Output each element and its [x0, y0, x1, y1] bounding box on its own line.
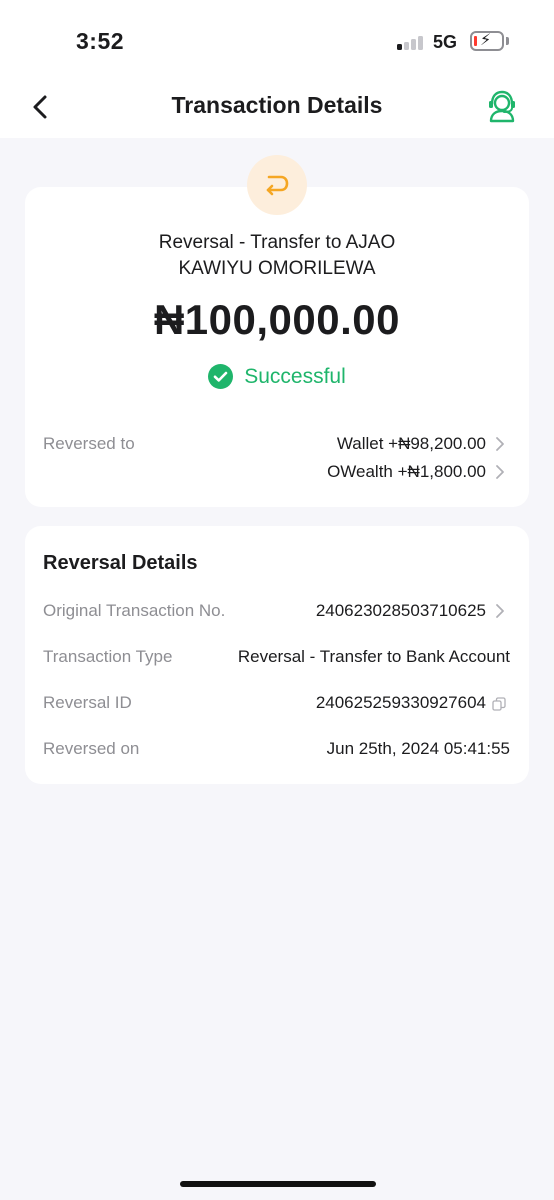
transaction-title: Reversal - Transfer to AJAO KAWIYU OMORI…	[0, 230, 554, 282]
reversal-badge	[247, 155, 307, 215]
top-area: 3:52 5G ⚡ Transaction Details	[0, 0, 554, 138]
nav-bar: Transaction Details	[0, 78, 554, 136]
status-bar: 3:52 5G ⚡	[0, 0, 554, 78]
copy-icon[interactable]	[492, 697, 506, 711]
battery-icon: ⚡	[470, 31, 504, 51]
chevron-right-icon[interactable]	[494, 603, 506, 619]
reversed-to-label: Reversed to	[43, 434, 135, 453]
transaction-title-text: Reversal - Transfer to AJAO KAWIYU OMORI…	[158, 232, 396, 279]
reversed-on-value: Jun 25th, 2024 05:41:55	[326, 739, 510, 758]
reversal-id-label: Reversal ID	[43, 693, 132, 712]
reversed-to-wallet[interactable]: Wallet +₦98,200.00	[337, 434, 486, 454]
network-type: 5G	[433, 32, 458, 52]
transaction-type-label: Transaction Type	[43, 647, 173, 666]
check-circle-icon	[208, 364, 234, 389]
return-arrow-icon	[266, 175, 289, 196]
original-transaction-label: Original Transaction No.	[43, 601, 226, 620]
reversal-id-value: 240625259330927604	[315, 693, 486, 712]
transaction-type-value: Reversal - Transfer to Bank Account	[237, 647, 510, 666]
transaction-status: Successful	[0, 364, 554, 389]
transaction-amount: ₦100,000.00	[153, 296, 401, 343]
page-title: Transaction Details	[171, 92, 383, 118]
status-label: Successful	[244, 364, 346, 388]
reversed-on-label: Reversed on	[43, 739, 140, 758]
status-time: 3:52	[76, 28, 125, 54]
reversed-to-owealth[interactable]: OWealth +₦1,800.00	[327, 462, 486, 482]
headset-support-icon	[489, 90, 515, 123]
customer-support-button[interactable]	[484, 88, 520, 124]
battery-cap	[506, 37, 509, 45]
original-transaction-value[interactable]: 240623028503710625	[316, 601, 486, 621]
signal-strength-icon	[397, 36, 425, 50]
reversal-details-title: Reversal Details	[43, 552, 198, 574]
home-indicator[interactable]	[180, 1181, 376, 1187]
chevron-right-icon[interactable]	[494, 436, 506, 452]
chevron-right-icon[interactable]	[494, 464, 506, 480]
